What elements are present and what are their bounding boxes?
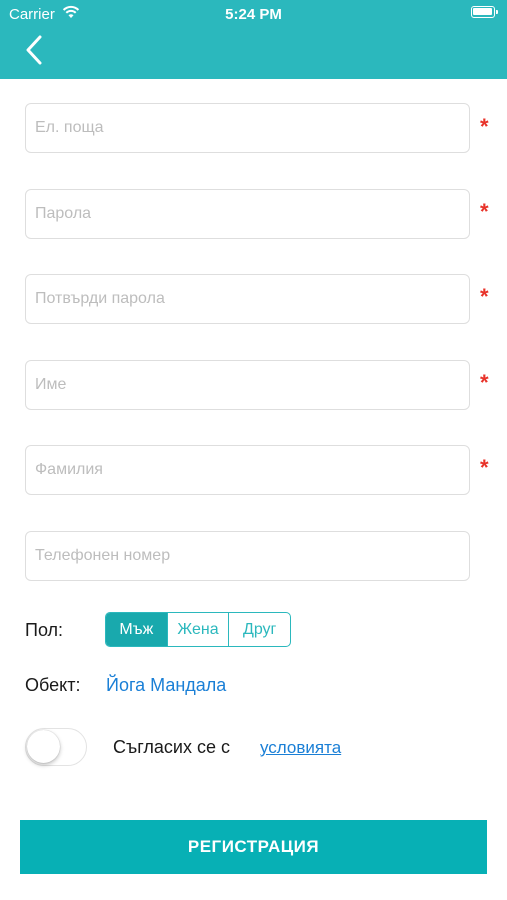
gender-option-male[interactable]: Мъж bbox=[106, 613, 167, 646]
phone-input[interactable] bbox=[26, 532, 469, 580]
gender-option-female[interactable]: Жена bbox=[166, 613, 229, 646]
terms-agree-text: Съгласих се с bbox=[113, 737, 230, 757]
register-button[interactable]: РЕГИСТРАЦИЯ bbox=[20, 820, 487, 874]
gender-label: Пол: bbox=[25, 620, 64, 640]
battery-icon bbox=[471, 6, 498, 18]
email-required-marker: * bbox=[480, 114, 489, 139]
confirm-password-required-marker: * bbox=[480, 284, 489, 309]
first-name-input[interactable] bbox=[26, 361, 469, 409]
facility-selector[interactable]: Йога Мандала bbox=[106, 675, 226, 696]
password-input[interactable] bbox=[26, 190, 469, 238]
last-name-input[interactable] bbox=[26, 446, 469, 494]
password-required-marker: * bbox=[480, 199, 489, 224]
status-time: 5:24 PM bbox=[225, 6, 282, 23]
first-name-required-marker: * bbox=[480, 370, 489, 395]
facility-label: Обект: bbox=[25, 675, 81, 695]
terms-link[interactable]: условията bbox=[260, 738, 341, 758]
last-name-field[interactable] bbox=[25, 445, 470, 495]
header-bar: Carrier 5:24 PM bbox=[0, 0, 507, 79]
phone-field[interactable] bbox=[25, 531, 470, 581]
password-field[interactable] bbox=[25, 189, 470, 239]
email-field[interactable] bbox=[25, 103, 470, 153]
gender-segmented-control: Мъж Жена Друг bbox=[105, 612, 291, 647]
email-input[interactable] bbox=[26, 104, 469, 152]
status-bar: Carrier 5:24 PM bbox=[0, 0, 507, 28]
back-chevron-icon[interactable] bbox=[22, 34, 50, 66]
last-name-required-marker: * bbox=[480, 455, 489, 480]
confirm-password-field[interactable] bbox=[25, 274, 470, 324]
terms-toggle[interactable] bbox=[25, 728, 87, 766]
confirm-password-input[interactable] bbox=[26, 275, 469, 323]
first-name-field[interactable] bbox=[25, 360, 470, 410]
toggle-knob bbox=[27, 730, 60, 763]
gender-option-other[interactable]: Друг bbox=[228, 613, 290, 646]
